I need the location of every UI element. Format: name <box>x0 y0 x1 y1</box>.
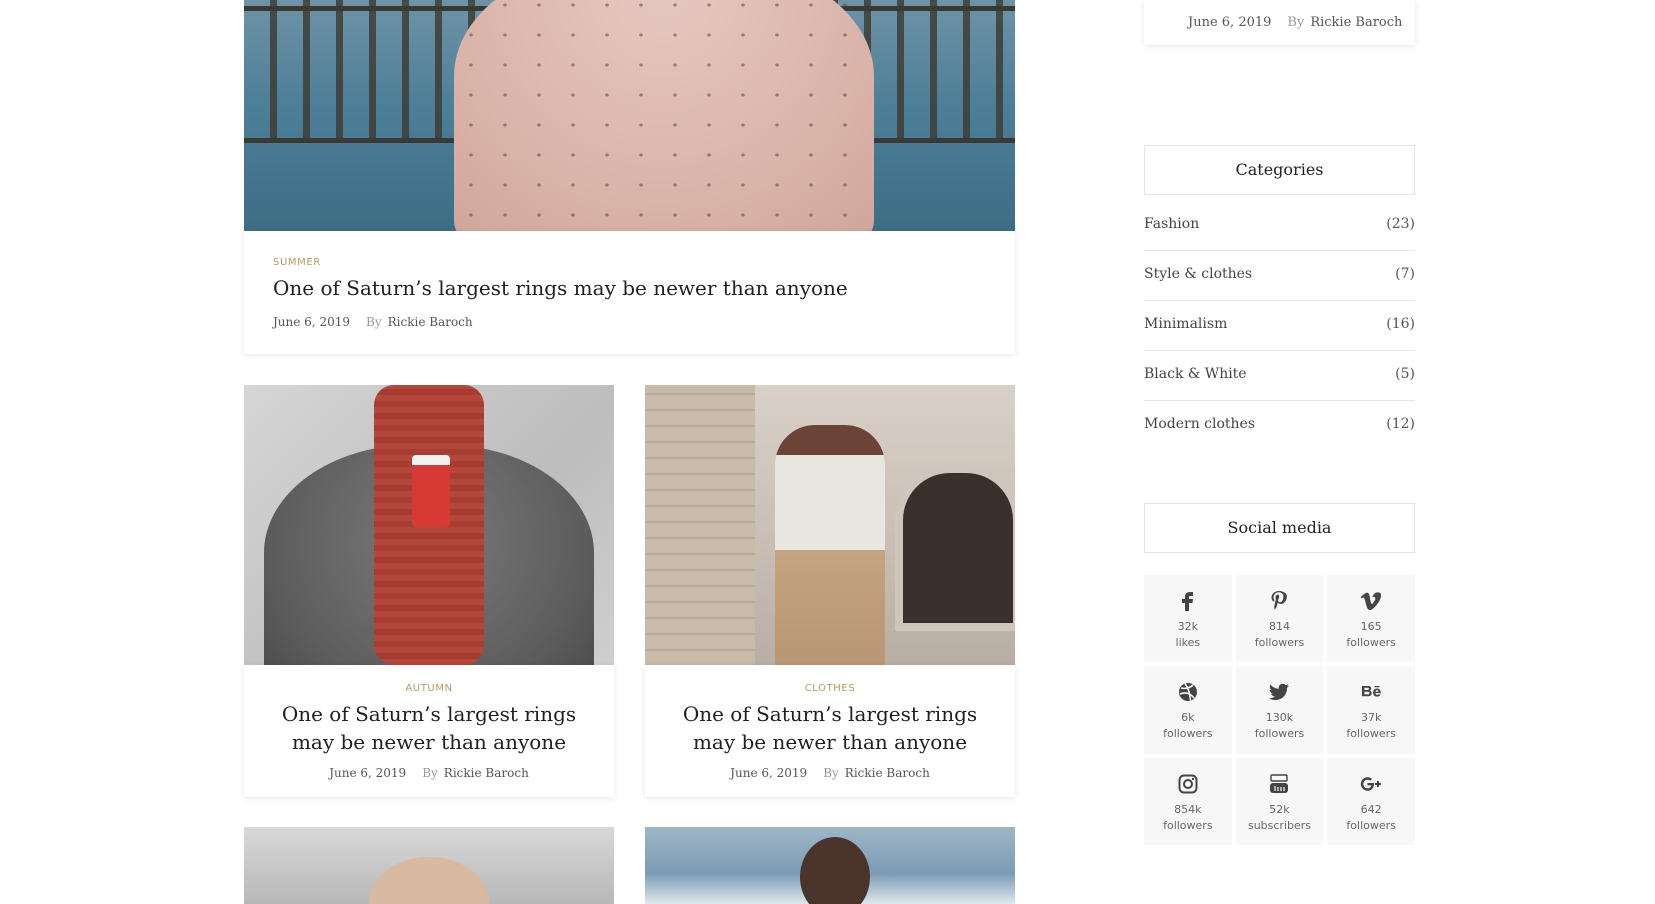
category-count: (7) <box>1395 266 1415 282</box>
social-label: subscribers <box>1247 818 1312 832</box>
behance-icon <box>1362 686 1381 697</box>
clothes-post-image[interactable] <box>645 385 1015 665</box>
social-instagram[interactable]: 854k followers <box>1144 757 1232 845</box>
categories-title: Categories <box>1144 145 1415 195</box>
social-media-grid: 32k likes 814 followers 165 followers 6k… <box>1144 575 1415 845</box>
social-label: followers <box>1254 636 1305 649</box>
social-vimeo[interactable]: 165 followers <box>1327 575 1415 663</box>
social-google-plus[interactable]: 642 followers <box>1327 757 1415 845</box>
featured-post-card: SUMMER One of Saturn’s largest rings may… <box>244 231 1015 354</box>
social-twitter[interactable]: 130k followers <box>1235 666 1324 754</box>
autumn-post-card: AUTUMN One of Saturn’s largest rings may… <box>244 665 614 797</box>
featured-post-image[interactable] <box>244 0 1015 231</box>
post-title-line1[interactable]: One of Saturn’s largest rings <box>645 700 1015 728</box>
category-name[interactable]: Modern clothes <box>1144 416 1255 432</box>
category-item-style-clothes[interactable]: Style & clothes (7) <box>1144 250 1415 301</box>
post-author[interactable]: Rickie Baroch <box>388 315 473 329</box>
social-count: 165 <box>1360 620 1382 633</box>
next-post-image-left[interactable] <box>244 827 614 904</box>
autumn-post-image[interactable] <box>244 385 614 665</box>
dribbble-icon <box>1178 683 1197 702</box>
category-name[interactable]: Black & White <box>1144 366 1247 382</box>
category-name[interactable]: Style & clothes <box>1144 266 1252 282</box>
post-author[interactable]: Rickie Baroch <box>1310 15 1402 30</box>
instagram-icon <box>1178 774 1198 794</box>
social-label: followers <box>1163 727 1213 741</box>
social-label: followers <box>1346 636 1396 649</box>
pinterest-icon <box>1271 591 1288 610</box>
social-facebook[interactable]: 32k likes <box>1144 575 1232 663</box>
post-meta: June 6, 2019 By Rickie Baroch <box>244 766 614 780</box>
post-author[interactable]: Rickie Baroch <box>845 766 930 780</box>
vimeo-icon <box>1360 592 1382 610</box>
category-item-modern-clothes[interactable]: Modern clothes (12) <box>1144 400 1415 450</box>
by-label: By <box>366 315 382 329</box>
social-label: likes <box>1175 636 1201 649</box>
social-pinterest[interactable]: 814 followers <box>1235 575 1324 663</box>
twitter-icon <box>1269 684 1290 701</box>
category-item-black-white[interactable]: Black & White (5) <box>1144 350 1415 401</box>
category-count: (12) <box>1386 416 1415 432</box>
post-meta: June 6, 2019 By Rickie Baroch <box>645 766 1015 780</box>
post-author[interactable]: Rickie Baroch <box>444 766 529 780</box>
next-post-image-right[interactable] <box>645 827 1015 904</box>
social-count: 854k <box>1174 802 1202 816</box>
post-category[interactable]: SUMMER <box>273 257 321 268</box>
post-meta: June 6, 2019 By Rickie Baroch <box>1188 15 1402 30</box>
social-youtube[interactable]: 52k subscribers <box>1235 757 1324 845</box>
category-count: (23) <box>1386 216 1415 232</box>
social-media-title: Social media <box>1144 503 1415 553</box>
category-count: (16) <box>1386 316 1415 332</box>
category-item-fashion[interactable]: Fashion (23) <box>1144 200 1415 251</box>
post-date: June 6, 2019 <box>1188 15 1272 30</box>
social-label: followers <box>1254 727 1305 741</box>
social-count: 37k <box>1360 711 1382 725</box>
clothes-post-card: CLOTHES One of Saturn’s largest rings ma… <box>645 665 1015 797</box>
post-title-line2[interactable]: may be newer than anyone <box>645 728 1015 756</box>
social-count: 6k <box>1181 711 1195 725</box>
post-title-line1[interactable]: One of Saturn’s largest rings <box>244 700 614 728</box>
category-item-minimalism[interactable]: Minimalism (16) <box>1144 300 1415 351</box>
category-name[interactable]: Fashion <box>1144 216 1199 232</box>
google-plus-icon <box>1360 776 1382 791</box>
by-label: By <box>1287 15 1305 30</box>
category-name[interactable]: Minimalism <box>1144 316 1227 332</box>
post-date: June 6, 2019 <box>730 766 808 780</box>
social-count: 52k <box>1269 802 1290 816</box>
social-count: 130k <box>1265 711 1294 725</box>
social-label: followers <box>1346 727 1396 741</box>
youtube-icon <box>1270 773 1289 793</box>
post-title[interactable]: One of Saturn’s largest rings may be new… <box>273 274 848 302</box>
category-count: (5) <box>1395 366 1415 382</box>
social-count: 32k <box>1177 620 1199 633</box>
post-date: June 6, 2019 <box>329 766 407 780</box>
post-title-line2[interactable]: may be newer than anyone <box>244 728 614 756</box>
by-label: By <box>422 766 438 780</box>
social-dribbble[interactable]: 6k followers <box>1144 666 1232 754</box>
social-label: followers <box>1346 818 1396 832</box>
post-category[interactable]: AUTUMN <box>244 683 614 694</box>
facebook-icon <box>1181 592 1193 611</box>
post-category[interactable]: CLOTHES <box>645 683 1015 694</box>
post-date: June 6, 2019 <box>273 315 350 329</box>
social-count: 814 <box>1268 620 1290 633</box>
social-count: 642 <box>1360 802 1382 816</box>
social-behance[interactable]: 37k followers <box>1327 666 1415 754</box>
by-label: By <box>823 766 839 780</box>
post-meta: June 6, 2019 By Rickie Baroch <box>273 315 473 329</box>
social-label: followers <box>1163 818 1213 832</box>
sidebar-recent-post-card: June 6, 2019 By Rickie Baroch <box>1144 0 1415 45</box>
